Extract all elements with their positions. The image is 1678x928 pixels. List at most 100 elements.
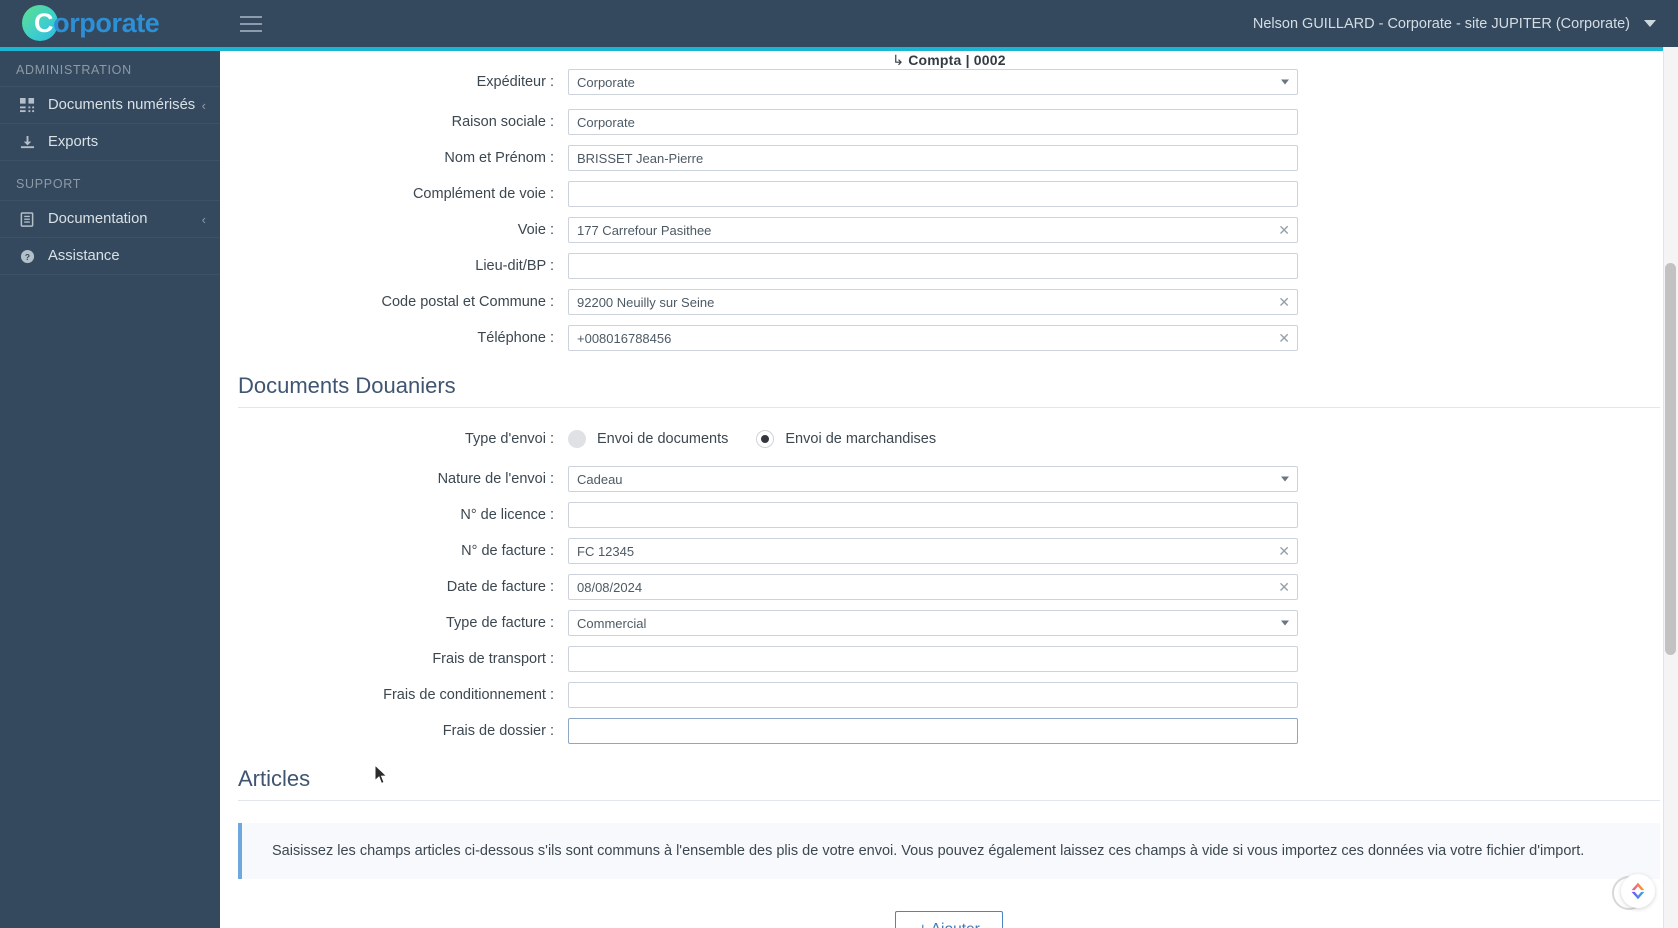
form-row-nom-prenom: Nom et Prénom : bbox=[238, 145, 1660, 171]
field-label: Code postal et Commune : bbox=[381, 294, 554, 310]
chevron-left-icon: ‹ bbox=[201, 97, 206, 113]
nom-prenom-input[interactable] bbox=[568, 145, 1298, 171]
form-row-type-facture: Type de facture : bbox=[238, 610, 1660, 636]
form-row-numero-licence: N° de licence : bbox=[238, 502, 1660, 528]
field-label: Type d'envoi : bbox=[464, 431, 554, 447]
book-icon bbox=[16, 211, 38, 227]
frais-transport-input[interactable] bbox=[568, 646, 1298, 672]
complement-de-voie-input[interactable] bbox=[568, 181, 1298, 207]
form-row-raison-sociale: Raison sociale : bbox=[238, 109, 1660, 135]
telephone-input[interactable] bbox=[568, 325, 1298, 351]
breadcrumb-arrow-icon: ↳ bbox=[892, 52, 905, 68]
field-wrapper bbox=[568, 718, 1298, 744]
clear-icon[interactable]: ✕ bbox=[1278, 295, 1290, 309]
nature-envoi-select[interactable] bbox=[568, 466, 1298, 492]
sidebar-nav: ADMINISTRATION Documents numérisés ‹ Exp… bbox=[0, 47, 220, 928]
radio-option-envoi-de-marchandises[interactable]: Envoi de marchandises bbox=[756, 430, 936, 448]
field-wrapper: ✕ bbox=[568, 325, 1298, 351]
sidebar-item-documents-numerises[interactable]: Documents numérisés ‹ bbox=[0, 86, 220, 124]
form-row-numero-facture: N° de facture : ✕ bbox=[238, 538, 1660, 564]
field-wrapper bbox=[568, 145, 1298, 171]
form-row-complement-de-voie: Complément de voie : bbox=[238, 181, 1660, 207]
form-row-nature-envoi: Nature de l'envoi : bbox=[238, 466, 1660, 492]
top-header-bar: Corporate Nelson GUILLARD - Corporate - … bbox=[0, 0, 1678, 47]
clear-icon[interactable]: ✕ bbox=[1278, 331, 1290, 345]
field-label: Frais de conditionnement : bbox=[383, 687, 554, 703]
field-label: Voie : bbox=[517, 222, 554, 238]
date-facture-input[interactable] bbox=[568, 574, 1298, 600]
field-wrapper bbox=[568, 610, 1298, 636]
chevron-pair-icon bbox=[1631, 882, 1645, 900]
clear-icon[interactable]: ✕ bbox=[1278, 544, 1290, 558]
sidebar-accent-bar bbox=[0, 47, 220, 51]
user-menu[interactable]: Nelson GUILLARD - Corporate - site JUPIT… bbox=[1253, 16, 1678, 32]
page-scrollbar-thumb[interactable] bbox=[1665, 263, 1676, 655]
form-area: Expéditeur : Raison sociale : Nom et Pré… bbox=[220, 69, 1678, 928]
grid-squares-icon bbox=[16, 97, 38, 113]
type-facture-select[interactable] bbox=[568, 610, 1298, 636]
field-wrapper bbox=[568, 502, 1298, 528]
clear-icon[interactable]: ✕ bbox=[1278, 223, 1290, 237]
form-row-frais-conditionnement: Frais de conditionnement : bbox=[238, 682, 1660, 708]
voie-input[interactable] bbox=[568, 217, 1298, 243]
field-label: Nature de l'envoi : bbox=[437, 471, 554, 487]
form-row-lieu-dit-bp: Lieu-dit/BP : bbox=[238, 253, 1660, 279]
main-accent-bar bbox=[220, 47, 1678, 51]
form-row-frais-dossier: Frais de dossier : bbox=[238, 718, 1660, 744]
sender-form-group: Expéditeur : Raison sociale : Nom et Pré… bbox=[238, 69, 1660, 351]
brand-logo[interactable]: Corporate bbox=[0, 0, 220, 47]
widget-logo-icon[interactable] bbox=[1621, 874, 1655, 908]
brand-name: Corporate bbox=[34, 8, 160, 39]
sidebar-item-exports[interactable]: Exports bbox=[0, 123, 220, 161]
field-label: N° de facture : bbox=[461, 543, 554, 559]
lieu-dit-bp-input[interactable] bbox=[568, 253, 1298, 279]
field-wrapper bbox=[568, 181, 1298, 207]
floating-widget[interactable] bbox=[1612, 874, 1655, 914]
radio-label: Envoi de marchandises bbox=[785, 431, 937, 447]
field-label: Complément de voie : bbox=[412, 186, 554, 202]
field-wrapper: ✕ bbox=[568, 574, 1298, 600]
page-scrollbar-track[interactable] bbox=[1663, 47, 1678, 928]
section-divider bbox=[238, 407, 1660, 408]
articles-info-text: Saisissez les champs articles ci-dessous… bbox=[272, 843, 1585, 859]
chevron-down-icon[interactable] bbox=[1644, 20, 1656, 27]
sidebar-item-label: Exports bbox=[48, 134, 99, 150]
field-label: Téléphone : bbox=[477, 330, 554, 346]
frais-conditionnement-input[interactable] bbox=[568, 682, 1298, 708]
add-article-button[interactable]: + Ajouter bbox=[895, 911, 1003, 928]
sidebar-item-documentation[interactable]: Documentation ‹ bbox=[0, 200, 220, 238]
raison-sociale-input[interactable] bbox=[568, 109, 1298, 135]
field-wrapper bbox=[568, 646, 1298, 672]
field-label: Raison sociale : bbox=[451, 114, 554, 130]
expediteur-select[interactable] bbox=[568, 69, 1298, 95]
field-wrapper: ✕ bbox=[568, 538, 1298, 564]
form-row-telephone: Téléphone : ✕ bbox=[238, 325, 1660, 351]
form-row-expediteur: Expéditeur : bbox=[238, 69, 1660, 95]
brand-rest: orporate bbox=[53, 8, 160, 38]
section-title-articles: Articles bbox=[238, 766, 311, 791]
question-circle-icon: ? bbox=[16, 249, 38, 264]
clear-icon[interactable]: ✕ bbox=[1278, 580, 1290, 594]
field-label: Date de facture : bbox=[446, 579, 554, 595]
section-title-documents-douaniers: Documents Douaniers bbox=[238, 373, 456, 398]
field-wrapper bbox=[568, 682, 1298, 708]
section-divider bbox=[238, 800, 1660, 801]
field-label: Type de facture : bbox=[445, 615, 554, 631]
code-postal-commune-input[interactable] bbox=[568, 289, 1298, 315]
field-wrapper: ✕ bbox=[568, 217, 1298, 243]
download-icon bbox=[16, 135, 38, 150]
type-envoi-radio-group: Envoi de documents Envoi de marchandises bbox=[568, 430, 936, 448]
numero-licence-input[interactable] bbox=[568, 502, 1298, 528]
user-account-label: Nelson GUILLARD - Corporate - site JUPIT… bbox=[1252, 15, 1630, 32]
articles-info-message: Saisissez les champs articles ci-dessous… bbox=[238, 823, 1660, 880]
field-wrapper bbox=[568, 466, 1298, 492]
sidebar-item-assistance[interactable]: ? Assistance bbox=[0, 237, 220, 275]
radio-indicator bbox=[568, 430, 586, 448]
radio-option-envoi-de-documents[interactable]: Envoi de documents bbox=[568, 430, 728, 448]
sidebar-item-label: Documentation bbox=[48, 211, 148, 227]
hamburger-icon[interactable] bbox=[240, 15, 262, 32]
frais-dossier-input[interactable] bbox=[568, 718, 1298, 744]
sidebar-section-title-administration: ADMINISTRATION bbox=[16, 63, 132, 77]
numero-facture-input[interactable] bbox=[568, 538, 1298, 564]
field-label: Frais de transport : bbox=[432, 651, 554, 667]
